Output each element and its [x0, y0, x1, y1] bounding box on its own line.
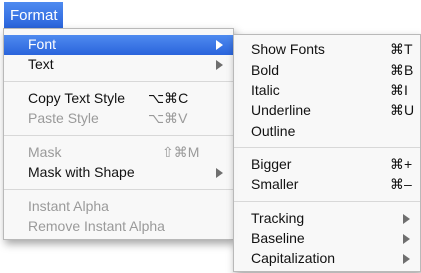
menu-item-italic-label: Italic — [251, 82, 280, 98]
menu-item-underline-label: Underline — [251, 102, 311, 118]
submenu-arrow-icon — [403, 214, 410, 224]
copy-text-style-shortcut: ⌥⌘C — [148, 90, 189, 106]
menu-item-mask-label: Mask — [28, 144, 62, 160]
menu-item-text[interactable]: Text — [4, 55, 233, 75]
menu-item-tracking-label: Tracking — [251, 210, 305, 226]
submenu-arrow-icon — [403, 254, 410, 264]
menu-item-outline-label: Outline — [251, 123, 296, 139]
mask-shortcut: ⇧⌘M — [162, 144, 200, 160]
menu-item-instant-alpha-label: Instant Alpha — [28, 198, 109, 214]
menu-item-copy-text-style[interactable]: Copy Text Style ⌥⌘C — [4, 89, 233, 109]
menu-item-bold-label: Bold — [251, 62, 280, 78]
smaller-shortcut: ⌘– — [390, 176, 412, 192]
menu-item-underline[interactable]: Underline ⌘U — [234, 101, 420, 121]
menu-separator — [234, 147, 420, 148]
menu-item-baseline[interactable]: Baseline — [234, 229, 420, 249]
menu-separator — [4, 135, 233, 136]
format-menu-title-label: Format — [10, 6, 58, 24]
menu-separator — [4, 189, 233, 190]
font-submenu: Show Fonts ⌘T Bold ⌘B Italic ⌘I Underlin… — [233, 34, 421, 272]
menu-separator — [4, 81, 233, 82]
menu-item-smaller[interactable]: Smaller ⌘– — [234, 175, 420, 195]
menu-item-baseline-label: Baseline — [251, 230, 305, 246]
submenu-arrow-icon — [216, 168, 223, 178]
menu-item-mask: Mask ⇧⌘M — [4, 143, 233, 163]
underline-shortcut: ⌘U — [390, 102, 415, 118]
format-menu: Font Text Copy Text Style ⌥⌘C Paste Styl… — [3, 28, 234, 240]
menu-item-mask-with-shape-label: Mask with Shape — [28, 164, 135, 180]
italic-shortcut: ⌘I — [390, 82, 408, 98]
menu-item-font-label: Font — [28, 36, 57, 52]
menu-item-bold[interactable]: Bold ⌘B — [234, 61, 420, 81]
submenu-arrow-icon — [403, 234, 410, 244]
menu-separator — [234, 201, 420, 202]
menu-item-tracking[interactable]: Tracking — [234, 209, 420, 229]
menu-item-capitalization-label: Capitalization — [251, 250, 336, 266]
menu-item-font[interactable]: Font — [4, 35, 233, 55]
menu-item-show-fonts-label: Show Fonts — [251, 41, 325, 57]
bold-shortcut: ⌘B — [390, 62, 414, 78]
menu-item-text-label: Text — [28, 56, 54, 72]
menu-item-copy-text-style-label: Copy Text Style — [28, 90, 126, 106]
menu-item-paste-style: Paste Style ⌥⌘V — [4, 109, 233, 129]
paste-style-shortcut: ⌥⌘V — [148, 110, 188, 126]
menu-item-smaller-label: Smaller — [251, 176, 299, 192]
submenu-arrow-icon — [216, 40, 223, 50]
format-menu-title[interactable]: Format — [4, 2, 63, 28]
menu-item-show-fonts[interactable]: Show Fonts ⌘T — [234, 40, 420, 60]
menu-item-mask-with-shape[interactable]: Mask with Shape — [4, 163, 233, 183]
menu-item-paste-style-label: Paste Style — [28, 110, 99, 126]
menu-item-italic[interactable]: Italic ⌘I — [234, 81, 420, 101]
menu-item-remove-instant-alpha-label: Remove Instant Alpha — [28, 218, 165, 234]
menu-item-bigger[interactable]: Bigger ⌘+ — [234, 155, 420, 175]
menu-item-bigger-label: Bigger — [251, 156, 292, 172]
bigger-shortcut: ⌘+ — [390, 156, 413, 172]
show-fonts-shortcut: ⌘T — [390, 41, 413, 57]
menu-item-capitalization[interactable]: Capitalization — [234, 249, 420, 269]
menu-item-outline[interactable]: Outline — [234, 122, 420, 142]
menu-item-instant-alpha: Instant Alpha — [4, 197, 233, 217]
submenu-arrow-icon — [216, 60, 223, 70]
menu-item-remove-instant-alpha: Remove Instant Alpha — [4, 217, 233, 237]
